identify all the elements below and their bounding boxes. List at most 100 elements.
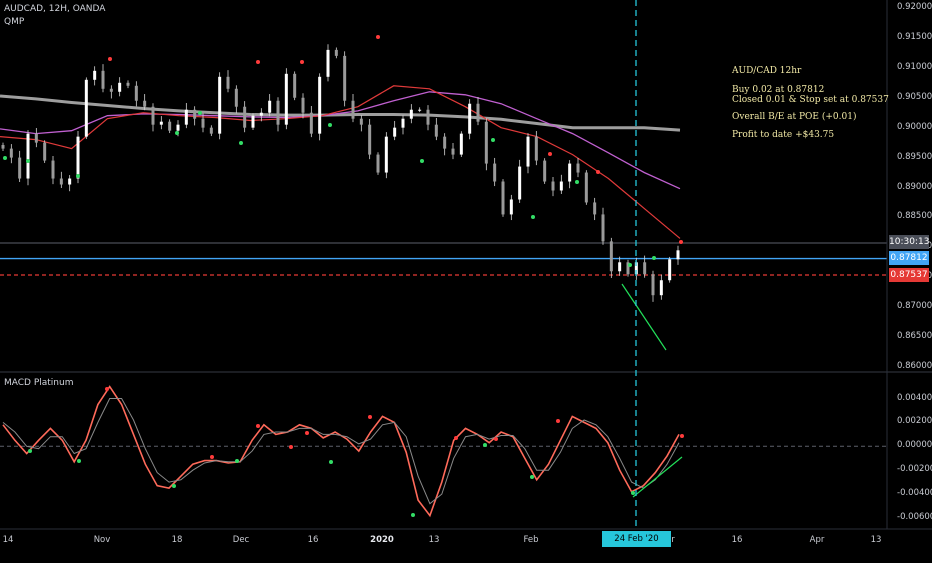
signal-dot [652,256,656,260]
candle-body [209,127,213,134]
macd-title: MACD Platinum [4,378,74,388]
time-tick-label: Feb [523,535,539,545]
macd-signal-line [2,398,680,505]
price-tick-label: 0.86000 [897,361,932,371]
candle-body [343,55,347,101]
candle-body [43,142,47,161]
macd-signal-dot [631,491,635,495]
candle-body [609,241,613,272]
candle-body [234,88,238,107]
macd-signal-dot [256,424,260,428]
candle-body [151,106,155,125]
candle-body [659,280,663,296]
macd-signal-dot [289,445,293,449]
time-tick-label: 2020 [370,535,394,545]
macd-signal-dot [210,455,214,459]
candle-body [518,166,522,200]
candle-body [643,262,647,275]
candle-body [309,112,313,134]
candle-body [184,109,188,125]
candle-body [251,115,255,128]
candle-body [426,109,430,125]
candle-body [468,103,472,134]
signal-dot [491,138,495,142]
candle-body [359,118,363,125]
signal-dot [76,174,80,178]
candle-body [68,178,72,185]
candle-body [293,73,297,98]
note-breakeven: Overall B/E at POE (+0.01) [732,112,857,122]
price-tick-label: 0.91000 [897,61,932,72]
candle-body [551,181,555,191]
time-tick-label: 16 [731,535,743,545]
price-tick-label: 0.91500 [897,31,932,42]
signal-dot [108,57,112,61]
candle-body [576,163,580,173]
candle-body [493,163,497,182]
macd-tick-label: 0.00000 [897,440,932,451]
candle-body [593,202,597,215]
signal-dot [628,263,632,267]
candle-body [409,109,413,119]
candle-body [143,100,147,107]
note-buy: Buy 0.02 at 0.87812 [732,85,825,95]
candle-body [218,76,222,134]
entry-price-tag: 0.87812 [889,251,929,265]
candle-body [443,136,447,149]
macd-signal-dot [556,419,560,423]
candle-body [259,112,263,116]
candle-body [201,118,205,128]
candle-body [243,106,247,128]
macd-tick-label: -0.00200 [897,464,932,475]
signal-dot [3,156,7,160]
candle-body [534,136,538,161]
macd-macd-line [2,385,680,518]
time-tick-label: 16 [307,535,319,545]
candle-body [484,121,488,164]
candle-body [676,250,680,260]
macd-signal-dot [105,387,109,391]
candle-body [118,82,122,92]
candle-body [26,133,30,179]
price-tick-label: 0.87000 [897,301,932,312]
price-tick-label: 0.86500 [897,331,932,342]
candle-body [351,100,355,119]
time-tick-label: Nov [93,535,111,545]
candle-body [93,70,97,80]
signal-dot [548,152,552,156]
candle-body [334,49,338,56]
time-tick-label: Dec [232,535,250,545]
macd-signal-dot [411,513,415,517]
candle-body [301,97,305,113]
signal-dot [26,159,30,163]
macd-tick-label: -0.00400 [897,488,932,499]
macd-signal-dot [494,437,498,441]
candle-body [159,121,163,125]
divergence-trendline-macd [632,456,683,498]
time-tick-label: 13 [428,535,440,545]
candle-body [76,136,80,179]
candle-body [268,100,272,113]
macd-signal-dot [680,434,684,438]
candle-body [276,100,280,125]
divergence-trendline-price [621,283,667,351]
price-tick-label: 0.89500 [897,151,932,162]
candle-body [584,172,588,203]
trading-chart[interactable] [0,0,932,550]
signal-dot [198,111,202,115]
candle-body [126,82,130,86]
candle-body [101,70,105,89]
price-tick-label: 0.92000 [897,2,932,12]
candle-body [384,136,388,173]
candle-body [601,214,605,242]
candle-body [393,127,397,137]
crosshair-time-label: 24 Feb '20 05:00 [602,531,671,560]
candle-body [401,118,405,128]
countdown-tag: 10:30:13 [889,235,930,249]
time-tick-label: 13 [870,535,882,545]
stop-price-tag: 0.87537 [889,268,929,282]
candle-body [434,124,438,137]
signal-dot [679,240,683,244]
macd-signal-dot [235,459,239,463]
candle-body [368,124,372,155]
